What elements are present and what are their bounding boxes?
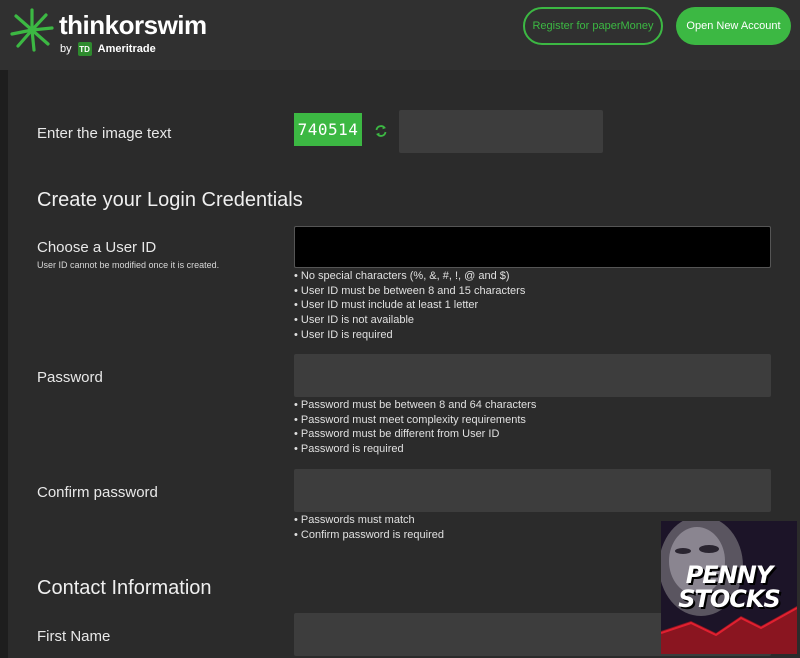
register-papermoney-button[interactable]: Register for paperMoney (523, 7, 663, 45)
penny-stocks-ad[interactable]: PENNY STOCKS (661, 521, 797, 654)
user-id-sublabel: User ID cannot be modified once it is cr… (37, 260, 220, 270)
by-text: by (60, 43, 72, 55)
user-id-input[interactable] (294, 226, 771, 268)
hint-item: User ID is not available (294, 313, 525, 328)
hint-item: Password must meet complexity requiremen… (294, 413, 536, 428)
refresh-icon[interactable] (374, 124, 388, 138)
login-credentials-heading: Create your Login Credentials (37, 189, 303, 211)
brand-name: thinkorswim (59, 10, 207, 40)
open-new-account-button[interactable]: Open New Account (676, 7, 791, 45)
confirm-password-hints: Passwords must match Confirm password is… (294, 513, 444, 542)
hint-item: User ID is required (294, 328, 525, 343)
hint-item: Password must be between 8 and 64 charac… (294, 398, 536, 413)
password-input[interactable] (294, 354, 771, 397)
password-label: Password (37, 369, 103, 386)
hint-item: Password must be different from User ID (294, 427, 536, 442)
td-logo-icon: TD (77, 42, 92, 56)
password-hints: Password must be between 8 and 64 charac… (294, 398, 536, 457)
ad-title-line2: STOCKS (678, 585, 781, 613)
hint-item: User ID must include at least 1 letter (294, 298, 525, 313)
hint-item: No special characters (%, &, #, !, @ and… (294, 269, 525, 284)
thinkorswim-logo-icon[interactable] (8, 6, 56, 54)
confirm-password-input[interactable] (294, 469, 771, 512)
top-header: thinkorswim by TD Ameritrade Register fo… (0, 0, 800, 70)
captcha-image: 740514 (294, 113, 362, 146)
contact-information-heading: Contact Information (37, 577, 212, 599)
hint-item: Password is required (294, 442, 536, 457)
hint-item: Confirm password is required (294, 528, 444, 543)
confirm-password-label: Confirm password (37, 484, 158, 501)
hint-item: User ID must be between 8 and 15 charact… (294, 284, 525, 299)
brand-byline: by TD Ameritrade (60, 42, 156, 56)
ameritrade-text: Ameritrade (97, 43, 156, 55)
captcha-input[interactable] (399, 110, 603, 153)
user-id-label: Choose a User ID (37, 239, 157, 256)
left-edge-strip (0, 70, 8, 658)
user-id-hints: No special characters (%, &, #, !, @ and… (294, 269, 525, 343)
captcha-label: Enter the image text (37, 125, 172, 142)
first-name-label: First Name (37, 628, 111, 645)
hint-item: Passwords must match (294, 513, 444, 528)
